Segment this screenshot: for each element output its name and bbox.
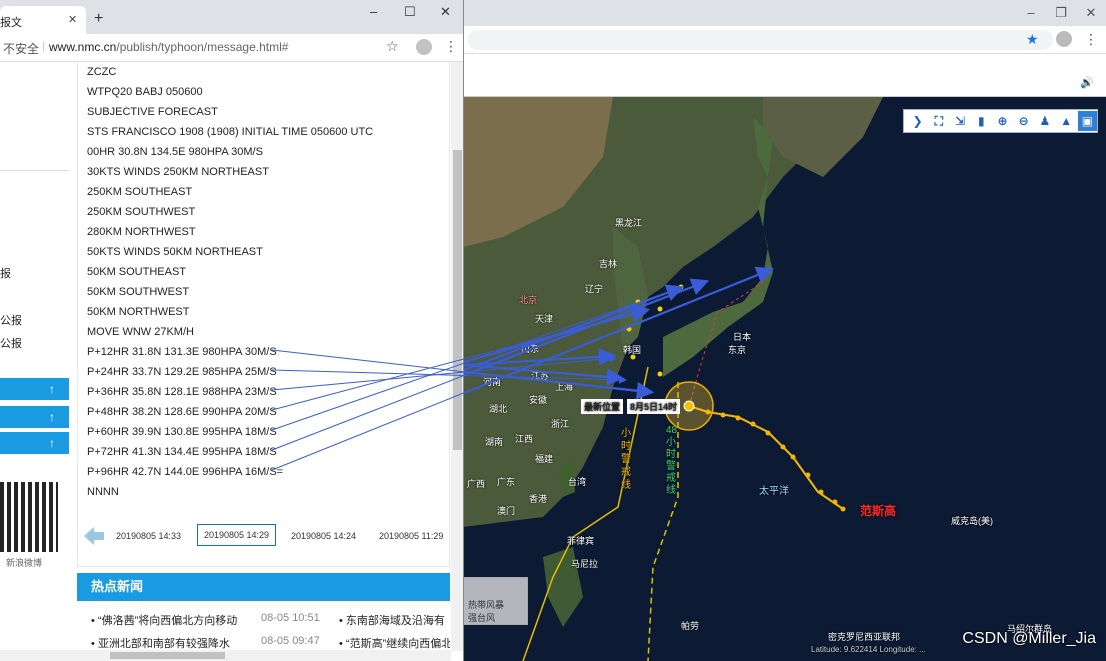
annotation-arrows: [271, 266, 775, 471]
csdn-watermark: CSDN @Miller_Jia: [962, 630, 1096, 647]
